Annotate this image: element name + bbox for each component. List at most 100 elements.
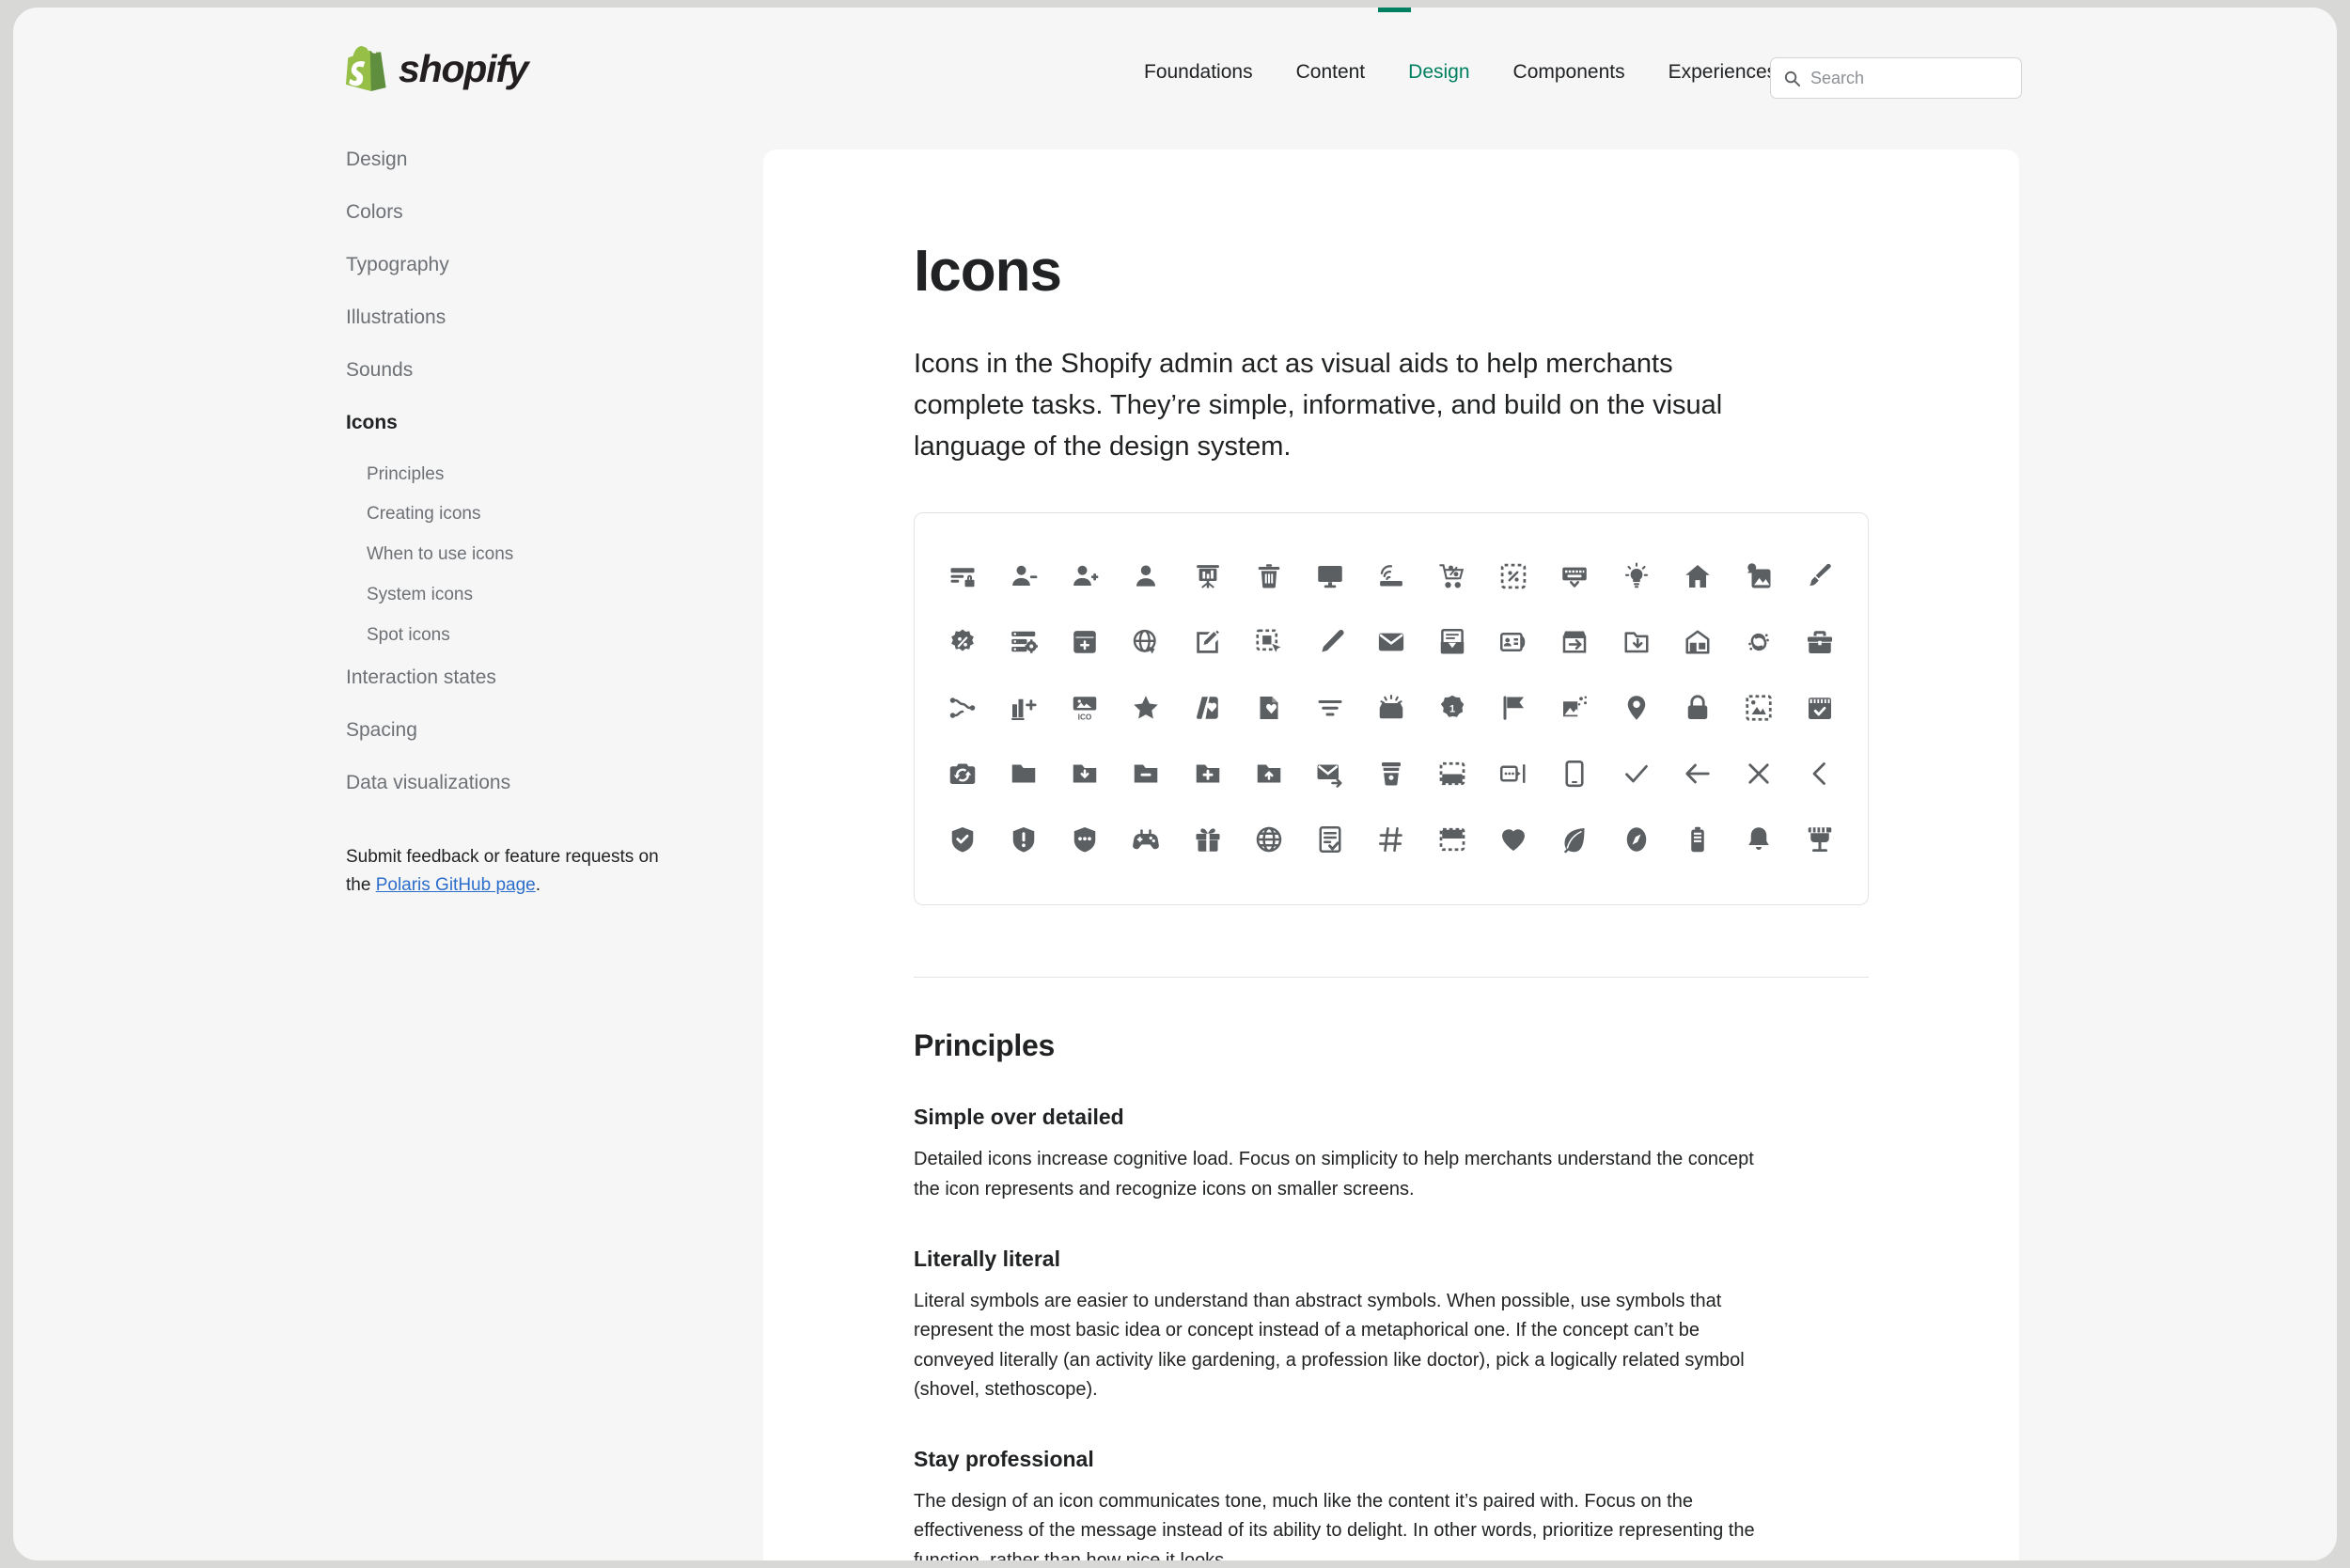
principle-title: Simple over detailed [914,1105,1124,1130]
note-check-icon[interactable] [1310,820,1350,859]
tooltip-icon[interactable] [1494,754,1533,793]
folder-up-icon[interactable] [1249,754,1289,793]
sidebar-item-colors[interactable]: Colors [346,201,741,223]
principle-literally-literal: Literally literal Literal symbols are ea… [914,1247,1869,1405]
sidebar-subitem-creating-icons[interactable]: Creating icons [367,505,741,525]
notification-bell-icon[interactable] [1739,820,1778,859]
gift-icon[interactable] [1188,820,1228,859]
leaf-icon[interactable] [1555,820,1594,859]
location-pin-icon[interactable] [1617,688,1656,728]
flag-icon[interactable] [1494,688,1533,728]
discount-badge-icon[interactable] [943,622,982,662]
placeholder-image-icon[interactable] [1739,688,1778,728]
sync-circle-icon[interactable] [1739,622,1778,662]
paint-brush-icon[interactable] [1800,557,1840,596]
customer-plus-icon[interactable] [1065,557,1104,596]
idea-lightbulb-icon[interactable] [1617,557,1656,596]
email-icon[interactable] [1371,622,1411,662]
inbox-archive-icon[interactable] [1433,622,1472,662]
flow-branch-icon[interactable] [943,688,982,728]
chart-add-icon[interactable] [1004,688,1043,728]
folder-down-icon[interactable] [1065,754,1104,793]
home-icon[interactable] [1678,557,1717,596]
chart-presentation-icon[interactable] [1188,557,1228,596]
folder-icon[interactable] [1004,754,1043,793]
filter-icon[interactable] [1310,688,1350,728]
page-heart-icon[interactable] [1249,688,1289,728]
marquee-selection-icon[interactable] [1249,622,1289,662]
storefront-icon[interactable] [1800,820,1840,859]
camera-flip-icon[interactable] [943,754,982,793]
keyboard-icon[interactable] [1555,557,1594,596]
folder-remove-icon[interactable] [1126,754,1166,793]
customer-minus-icon[interactable] [1004,557,1043,596]
globe-asia-icon[interactable] [1126,622,1166,662]
footer-layout-icon[interactable] [1433,754,1472,793]
nav-item-design[interactable]: Design [1386,61,1491,84]
search-input[interactable] [1810,68,2009,88]
store-import-icon[interactable] [1555,622,1594,662]
compass-icon[interactable] [1617,820,1656,859]
briefcase-icon[interactable] [1800,622,1840,662]
sidebar-subitem-principles[interactable]: Principles [367,464,741,485]
heart-icon[interactable] [1494,820,1533,859]
battery-icon[interactable] [1678,820,1717,859]
badge-one-icon[interactable]: 1 [1433,688,1472,728]
favicon-icon[interactable]: ICO [1065,688,1104,728]
credit-card-secure-icon[interactable] [943,557,982,596]
shield-pending-icon[interactable] [1065,820,1104,859]
image-alt-icon[interactable] [1739,557,1778,596]
folder-add-icon[interactable] [1188,754,1228,793]
chevron-left-icon[interactable] [1800,754,1840,793]
close-icon[interactable] [1739,754,1778,793]
server-settings-icon[interactable] [1004,622,1043,662]
cart-discount-icon[interactable] [1433,557,1472,596]
calendar-check-icon[interactable] [1800,688,1840,728]
favorite-star-icon[interactable] [1126,688,1166,728]
nav-item-components[interactable]: Components [1492,61,1647,84]
check-icon[interactable] [1617,754,1656,793]
shopify-logo[interactable]: shopify [346,46,529,91]
shield-check-icon[interactable] [943,820,982,859]
sidebar-item-interaction-states[interactable]: Interaction states [346,666,741,688]
sidebar-subitem-spot-icons[interactable]: Spot icons [367,625,741,646]
game-controller-icon[interactable] [1126,820,1166,859]
nav-item-content[interactable]: Content [1275,61,1387,84]
nav-item-foundations[interactable]: Foundations [1122,61,1275,84]
sidebar-subitem-when-to-use-icons[interactable]: When to use icons [367,544,741,565]
principle-body: Detailed icons increase cognitive load. … [914,1149,1754,1200]
sidebar-subitem-system-icons[interactable]: System icons [367,585,741,605]
sidebar-item-design[interactable]: Design [346,149,741,170]
shield-alert-icon[interactable] [1004,820,1043,859]
arrow-left-icon[interactable] [1678,754,1717,793]
pen-icon[interactable] [1310,622,1350,662]
customer-icon[interactable] [1126,557,1166,596]
lock-icon[interactable] [1678,688,1717,728]
sidebar-item-illustrations[interactable]: Illustrations [346,306,741,328]
gallery-icon[interactable] [1555,688,1594,728]
search-box[interactable] [1770,57,2022,99]
sidebar-item-data-visualizations[interactable]: Data visualizations [346,772,741,793]
wifi-router-icon[interactable] [1371,557,1411,596]
id-card-icon[interactable] [1494,622,1533,662]
email-forward-icon[interactable] [1310,754,1350,793]
polaris-github-link[interactable]: Polaris GitHub page [376,875,536,895]
globe-icon[interactable] [1249,820,1289,859]
note-edit-icon[interactable] [1188,622,1228,662]
hashtag-icon[interactable] [1371,820,1411,859]
discount-selection-icon[interactable] [1494,557,1533,596]
desktop-icon[interactable] [1310,557,1350,596]
coffee-cup-icon[interactable] [1371,754,1411,793]
inbox-notification-icon[interactable] [1371,688,1411,728]
sidebar-item-spacing[interactable]: Spacing [346,719,741,741]
mobile-icon[interactable] [1555,754,1594,793]
tag-heart-icon[interactable] [1188,688,1228,728]
sidebar-item-typography[interactable]: Typography [346,254,741,275]
sidebar-item-sounds[interactable]: Sounds [346,359,741,381]
store-building-icon[interactable] [1678,622,1717,662]
folder-download-icon[interactable] [1617,622,1656,662]
sidebar-item-icons[interactable]: Icons [346,412,741,433]
header-layout-icon[interactable] [1433,820,1472,859]
page-add-icon[interactable] [1065,622,1104,662]
delete-icon[interactable] [1249,557,1289,596]
